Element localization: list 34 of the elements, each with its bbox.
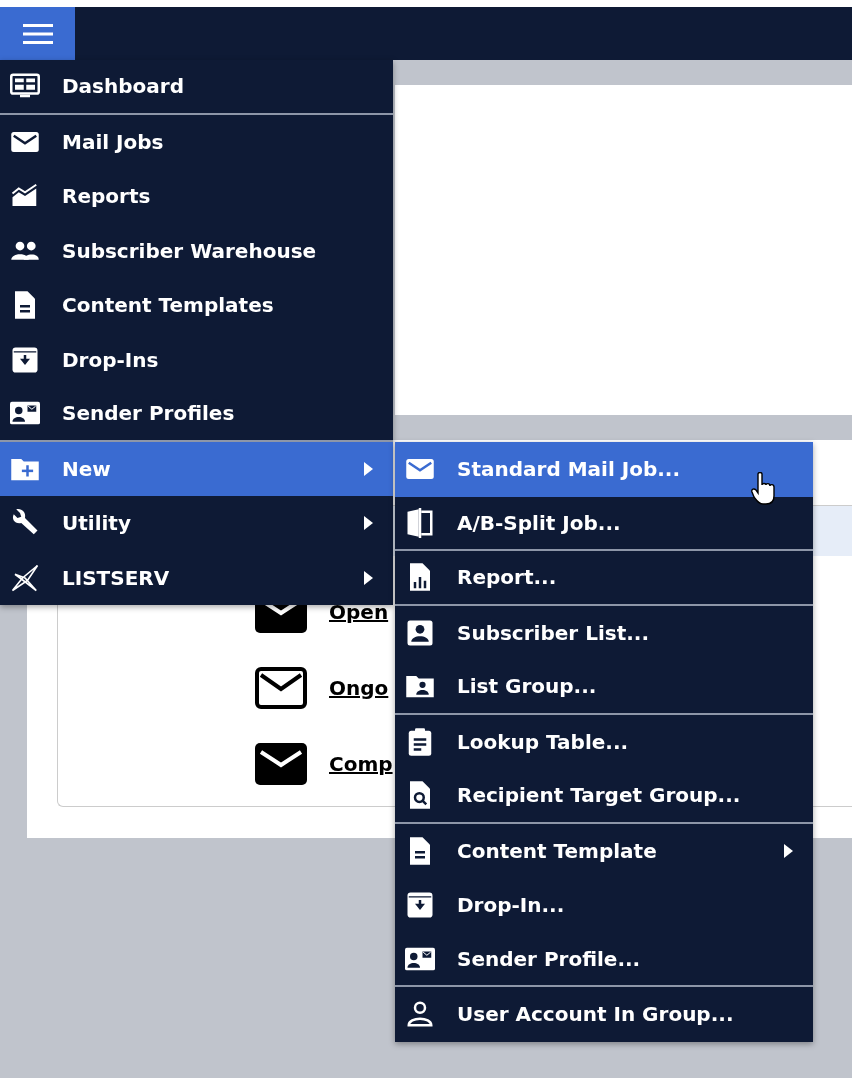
menu-item[interactable]: Content Templates [0,278,393,333]
menu-item[interactable]: Report... [395,551,813,606]
menu-button[interactable] [0,7,75,60]
caret-right-icon [784,843,793,858]
menu-item[interactable]: Dashboard [0,60,393,115]
menu-item[interactable]: List Group... [395,660,813,715]
menu-item[interactable]: User Account In Group... [395,987,813,1042]
envelope-icon [255,743,307,785]
caret-right-icon [364,516,373,531]
download-box-icon [405,890,435,921]
user-icon [405,999,435,1030]
menu-item[interactable]: Utility [0,496,393,551]
menu-item[interactable]: Lookup Table... [395,714,813,769]
caret-right-icon [364,461,373,476]
split-page-icon [405,507,435,538]
menu-item[interactable]: Drop-In... [395,878,813,933]
menu-item[interactable]: Sender Profile... [395,932,813,987]
hand-cursor-icon [751,472,777,506]
envelope-outline-icon [255,667,307,709]
menu-item[interactable]: Content Template [395,823,813,878]
menu-item[interactable]: Recipient Target Group... [395,769,813,824]
menu-item[interactable]: LISTSERV [0,550,393,605]
menu-icon [22,22,53,45]
menu-item[interactable]: A/B-Split Job... [395,496,813,551]
menu-item[interactable]: Reports [0,169,393,224]
caret-right-icon [364,570,373,585]
star-logo-icon [10,562,40,593]
menu-item[interactable]: Subscriber List... [395,605,813,660]
menu-item[interactable]: Drop-Ins [0,332,393,387]
job-link[interactable]: Ongo [329,676,389,700]
menu-item[interactable]: Subscriber Warehouse [0,223,393,278]
menu-item[interactable]: New [0,441,393,496]
job-link[interactable]: Comp [329,752,393,776]
menu-item[interactable]: Mail Jobs [0,114,393,169]
